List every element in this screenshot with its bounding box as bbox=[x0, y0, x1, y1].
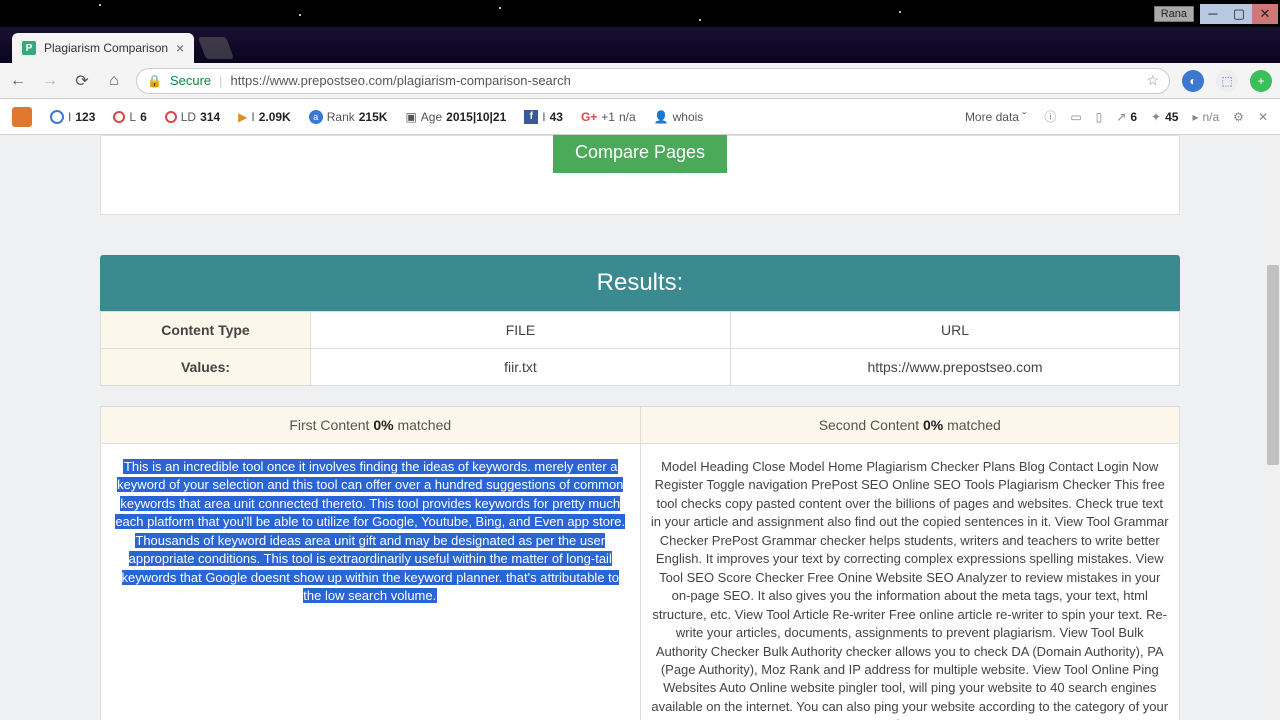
second-content-header: Second Content 0% matched bbox=[640, 407, 1180, 444]
scrollbar-thumb[interactable] bbox=[1267, 265, 1279, 465]
nav-back-button[interactable]: ← bbox=[8, 72, 28, 90]
lock-icon: 🔒 bbox=[147, 74, 162, 88]
nav-reload-button[interactable]: ⟳ bbox=[72, 71, 92, 91]
seo-item-age[interactable]: ▣ Age 2015|10|21 bbox=[405, 110, 506, 124]
url-value: https://www.prepostseo.com bbox=[731, 349, 1180, 386]
os-username-badge: Rana bbox=[1154, 6, 1194, 22]
tab-close-icon[interactable]: × bbox=[176, 40, 184, 56]
window-minimize-button[interactable]: ─ bbox=[1200, 4, 1226, 24]
seo-info-icon[interactable]: ⓘ bbox=[1044, 108, 1056, 125]
seo-item-bing[interactable]: ▶ I 2.09K bbox=[238, 110, 291, 124]
seo-extension-toolbar: I 123 L 6 LD 314 ▶ I 2.09K a Rank 215K ▣… bbox=[0, 99, 1280, 135]
table-row: Values: fiir.txt https://www.prepostseo.… bbox=[101, 349, 1180, 386]
page-scrollbar[interactable] bbox=[1266, 135, 1280, 720]
secure-label: Secure bbox=[170, 73, 211, 88]
results-heading: Results: bbox=[100, 255, 1180, 311]
browser-tabstrip: P Plagiarism Comparison × bbox=[0, 27, 1280, 63]
seo-doc-icon[interactable]: ▯ bbox=[1096, 110, 1103, 124]
url-text: https://www.prepostseo.com/plagiarism-co… bbox=[231, 73, 571, 88]
first-content-body-cell: This is an incredible tool once it invol… bbox=[101, 444, 641, 720]
nav-home-button[interactable]: ⌂ bbox=[104, 72, 124, 90]
os-titlebar: Rana ─ ▢ ✕ bbox=[0, 0, 1280, 27]
extension-icon-1[interactable]: ◐ bbox=[1182, 70, 1204, 92]
browser-tab-active[interactable]: P Plagiarism Comparison × bbox=[12, 33, 194, 63]
seo-item-l[interactable]: L 6 bbox=[113, 110, 146, 124]
table-row: Content Type FILE URL bbox=[101, 312, 1180, 349]
tab-title: Plagiarism Comparison bbox=[44, 41, 168, 55]
seo-item-indexed[interactable]: I 123 bbox=[50, 110, 95, 124]
url-header: URL bbox=[731, 312, 1180, 349]
results-summary-table: Content Type FILE URL Values: fiir.txt h… bbox=[100, 311, 1180, 386]
seo-settings-icon[interactable]: ⚙ bbox=[1233, 110, 1244, 124]
extension-icon-2[interactable]: ⬚ bbox=[1216, 70, 1238, 92]
compare-pages-button[interactable]: Compare Pages bbox=[553, 135, 727, 173]
chevron-down-icon: ˇ bbox=[1022, 110, 1026, 124]
values-label: Values: bbox=[101, 349, 311, 386]
address-bar[interactable]: 🔒 Secure | https://www.prepostseo.com/pl… bbox=[136, 68, 1170, 94]
window-maximize-button[interactable]: ▢ bbox=[1226, 4, 1252, 24]
page-content: Compare Pages Results: Content Type FILE… bbox=[0, 135, 1280, 720]
seo-item-facebook[interactable]: f I 43 bbox=[524, 110, 563, 124]
seo-na[interactable]: ▸ n/a bbox=[1192, 110, 1219, 124]
tab-favicon-icon: P bbox=[22, 41, 36, 55]
content-comparison-table: First Content 0% matched Second Content … bbox=[100, 406, 1180, 720]
seo-linkcount[interactable]: ↗ 6 bbox=[1116, 110, 1137, 124]
bookmark-star-icon[interactable]: ☆ bbox=[1146, 72, 1159, 89]
seo-toolbar-logo-icon[interactable] bbox=[12, 107, 32, 127]
seo-item-whois[interactable]: 👤 whois bbox=[654, 110, 704, 124]
seo-item-rank[interactable]: a Rank 215K bbox=[309, 110, 388, 124]
first-content-header: First Content 0% matched bbox=[101, 407, 641, 444]
seo-item-ld[interactable]: LD 314 bbox=[165, 110, 220, 124]
second-content-body-cell: Model Heading Close Model Home Plagiaris… bbox=[640, 444, 1180, 720]
seo-more-data-dropdown[interactable]: More data ˇ bbox=[965, 110, 1026, 124]
file-header: FILE bbox=[311, 312, 731, 349]
window-close-button[interactable]: ✕ bbox=[1252, 4, 1278, 24]
seo-close-icon[interactable]: ✕ bbox=[1258, 110, 1268, 124]
content-type-label: Content Type bbox=[101, 312, 311, 349]
compare-card: Compare Pages bbox=[100, 135, 1180, 215]
seo-item-gplus[interactable]: G+ +1 n/a bbox=[581, 110, 636, 124]
seo-count45[interactable]: ✦ 45 bbox=[1151, 110, 1178, 124]
nav-forward-button[interactable]: → bbox=[40, 72, 60, 90]
first-content-body-highlighted[interactable]: This is an incredible tool once it invol… bbox=[115, 459, 625, 603]
file-value: fiir.txt bbox=[311, 349, 731, 386]
second-content-body: Model Heading Close Model Home Plagiaris… bbox=[641, 444, 1180, 720]
browser-toolbar: ← → ⟳ ⌂ 🔒 Secure | https://www.prepostse… bbox=[0, 63, 1280, 99]
seo-screen-icon[interactable]: ▭ bbox=[1070, 110, 1081, 124]
new-tab-button[interactable] bbox=[198, 37, 234, 59]
extension-icon-3[interactable]: + bbox=[1250, 70, 1272, 92]
